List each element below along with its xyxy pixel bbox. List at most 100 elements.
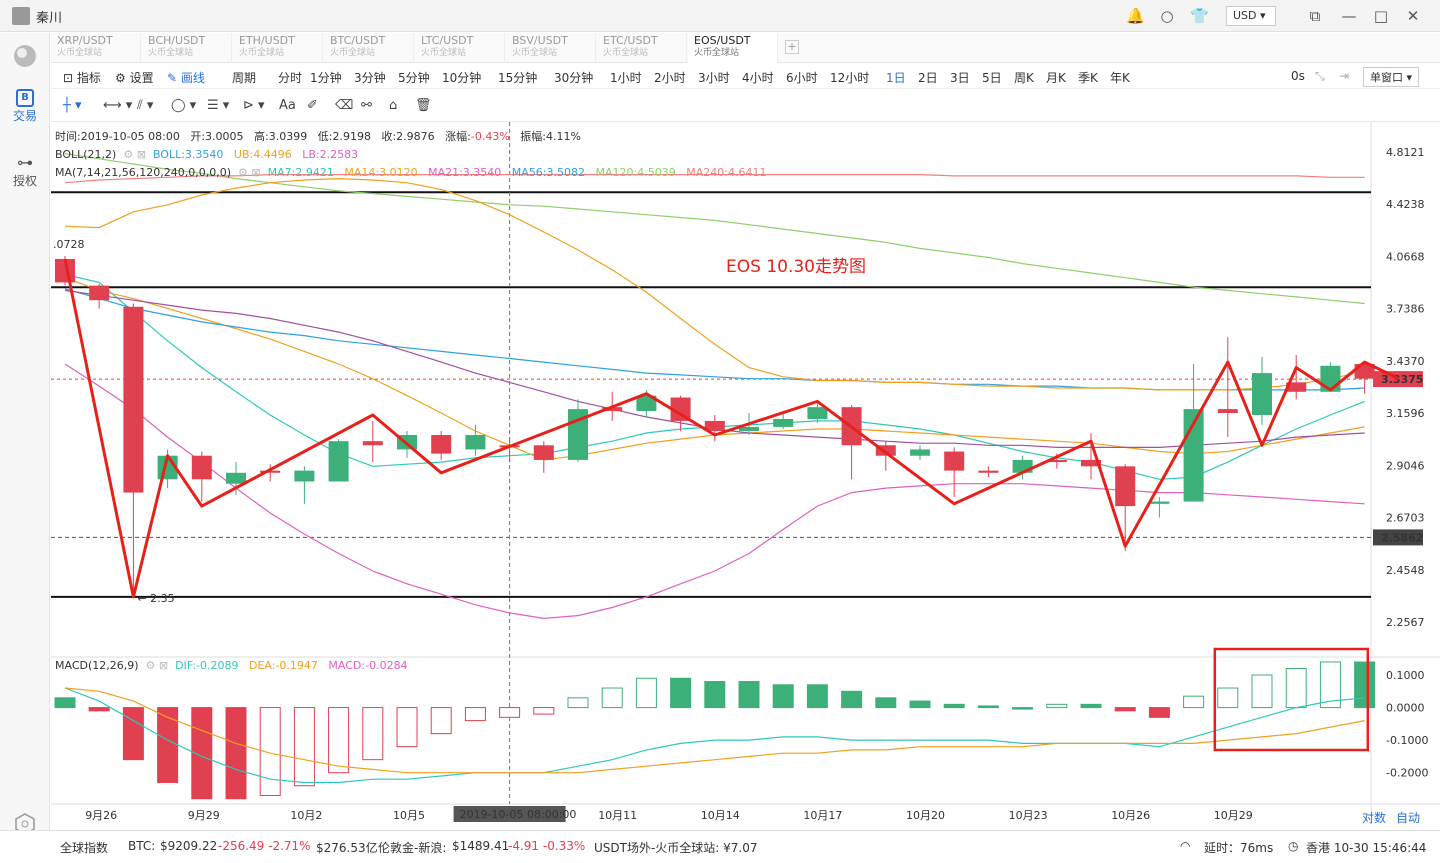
window-mode-value: 单窗口 (1370, 71, 1403, 84)
close-icon[interactable]: ✕ (1404, 7, 1422, 25)
user-avatar-icon[interactable] (12, 7, 30, 25)
trash-icon[interactable]: 🗑 (415, 98, 432, 113)
period-10[interactable]: 4小时 (742, 69, 774, 86)
period-4[interactable]: 10分钟 (442, 69, 481, 86)
y-tick-label: 4.4238 (1386, 198, 1425, 211)
x-tick-label: 10月17 (803, 809, 842, 822)
sidebar-item-auth[interactable]: ⊶ 授权 (0, 153, 50, 189)
macd-tick-label: -0.1000 (1386, 734, 1428, 747)
tab-btc-usdt[interactable]: BTC/USDT 火币全球站 (324, 33, 414, 63)
bell-icon[interactable]: 🔔 (1126, 7, 1145, 25)
sidebar-item-label: 授权 (12, 174, 37, 188)
tab-etc-usdt[interactable]: ETC/USDT 火币全球站 (597, 33, 687, 63)
tab-sub: 火币全球站 (57, 48, 103, 58)
period-button[interactable]: 周期 (232, 69, 256, 86)
period-18[interactable]: 月K (1046, 69, 1066, 86)
y-tick-label: 4.8121 (1386, 146, 1425, 159)
period-8[interactable]: 2小时 (654, 69, 686, 86)
boll-close-icon[interactable]: ⊠ (137, 148, 146, 161)
period-16[interactable]: 5日 (982, 69, 1002, 86)
macd-bar (396, 707, 418, 748)
period-20[interactable]: 年K (1110, 69, 1130, 86)
macd-bar (943, 703, 965, 709)
macd-bar (1148, 707, 1170, 718)
circle-tool-icon[interactable]: ◯ ▾ (171, 98, 196, 113)
macd-info: MACD(12,26,9) ⚙ ⊠ DIF:-0.2089 DEA:-0.194… (55, 659, 408, 672)
auto-scale-button[interactable]: 自动 (1396, 809, 1420, 826)
period-7[interactable]: 1小时 (610, 69, 642, 86)
indicator-button[interactable]: ⊡ 指标 (63, 69, 101, 86)
globe-icon[interactable] (0, 43, 50, 72)
period-2[interactable]: 3分钟 (354, 69, 386, 86)
search-icon[interactable]: ○ (1158, 7, 1176, 25)
countdown: 0s (1291, 69, 1305, 83)
collapse-icon[interactable]: ⇥ (1339, 69, 1349, 83)
period-5[interactable]: 15分钟 (498, 69, 537, 86)
parallel-tool-icon[interactable]: ⫽ ▾ (137, 98, 153, 113)
tab-sub: 火币全球站 (421, 48, 467, 58)
external-window-icon[interactable]: ⧉ (1306, 7, 1324, 25)
ma-line-ma21 (64, 363, 1365, 620)
sidebar-item-trade[interactable]: B 交易 (0, 89, 50, 124)
tab-eos-usdt[interactable]: EOS/USDT 火币全球站 (688, 33, 778, 63)
candle-body (1149, 501, 1170, 504)
ma-close-icon[interactable]: ⊠ (251, 166, 260, 179)
draw-button[interactable]: ✎ 画线 (167, 69, 205, 86)
period-0[interactable]: 分时 (278, 69, 302, 86)
tab-xrp-usdt[interactable]: XRP/USDT 火币全球站 (51, 33, 141, 63)
period-9[interactable]: 3小时 (698, 69, 730, 86)
macd-bar (293, 707, 315, 787)
period-6[interactable]: 30分钟 (554, 69, 593, 86)
tab-bsv-usdt[interactable]: BSV/USDT 火币全球站 (506, 33, 596, 63)
global-index-label[interactable]: 全球指数 (60, 839, 108, 856)
ma-line-ma56 (64, 288, 1365, 391)
macd-bar (601, 687, 623, 709)
maximize-icon[interactable]: □ (1372, 7, 1390, 25)
ma-settings-icon[interactable]: ⚙ (238, 166, 248, 179)
tab-bch-usdt[interactable]: BCH/USDT 火币全球站 (142, 33, 232, 63)
tab-eth-usdt[interactable]: ETH/USDT 火币全球站 (233, 33, 323, 63)
candle-body (978, 470, 999, 473)
text-tool[interactable]: Aa (279, 98, 296, 113)
macd-close-icon[interactable]: ⊠ (159, 659, 168, 672)
fib-tool-icon[interactable]: ☰ ▾ (207, 98, 229, 113)
shirt-icon[interactable]: 👕 (1190, 7, 1209, 25)
period-14[interactable]: 2日 (918, 69, 938, 86)
boll-line: BOLL(21,2) ⚙ ⊠ BOLL:3.3540 UB:4.4496 LB:… (55, 146, 766, 164)
period-13[interactable]: 1日 (886, 69, 906, 86)
crosshair-tool-icon[interactable]: ┼ ▾ (63, 98, 81, 113)
macd-settings-icon[interactable]: ⚙ (146, 659, 156, 672)
line-tool-icon[interactable]: ⟷ ▾ (103, 98, 132, 113)
period-17[interactable]: 周K (1014, 69, 1034, 86)
brush-tool-icon[interactable]: ✐ (307, 98, 318, 113)
clock-text: 香港 10-30 15:46:44 (1306, 841, 1427, 855)
macd-bar (670, 677, 692, 709)
candle-body (807, 407, 828, 419)
macd-bar (464, 707, 486, 722)
macd-bar (430, 707, 452, 735)
period-11[interactable]: 6小时 (786, 69, 818, 86)
latency: 延时：76ms (1204, 841, 1274, 855)
eraser-tool-icon[interactable]: ⌫ (335, 98, 353, 113)
period-12[interactable]: 12小时 (830, 69, 869, 86)
window-mode-select[interactable]: 单窗口 ▾ (1363, 67, 1420, 87)
settings-button[interactable]: ⚙ 设置 (115, 69, 154, 86)
kline-chart[interactable]: 4.8121 4.4238 4.0668 3.7386 3.4370 3.1596 2.90… (51, 122, 1440, 822)
clock-icon: ◷ (1288, 839, 1299, 853)
tab-ltc-usdt[interactable]: LTC/USDT 火币全球站 (415, 33, 505, 63)
user-name: 秦川 (36, 11, 63, 26)
add-tab-icon[interactable]: + (785, 40, 799, 54)
period-19[interactable]: 季K (1078, 69, 1098, 86)
tab-label: EOS/USDT (694, 34, 751, 47)
magnet-tool-icon[interactable]: ⚯ (361, 98, 372, 113)
period-15[interactable]: 3日 (950, 69, 970, 86)
period-1[interactable]: 1分钟 (310, 69, 342, 86)
currency-select[interactable]: USD ▾ (1226, 6, 1276, 26)
minimize-icon[interactable]: — (1340, 7, 1358, 25)
pattern-tool-icon[interactable]: ⊳ ▾ (243, 98, 265, 113)
log-scale-button[interactable]: 对数 (1362, 809, 1386, 826)
fullscreen-icon[interactable]: ⤡ (1315, 69, 1325, 84)
boll-settings-icon[interactable]: ⚙ (123, 148, 133, 161)
lock-tool-icon[interactable]: ⌂ (389, 98, 397, 113)
period-3[interactable]: 5分钟 (398, 69, 430, 86)
